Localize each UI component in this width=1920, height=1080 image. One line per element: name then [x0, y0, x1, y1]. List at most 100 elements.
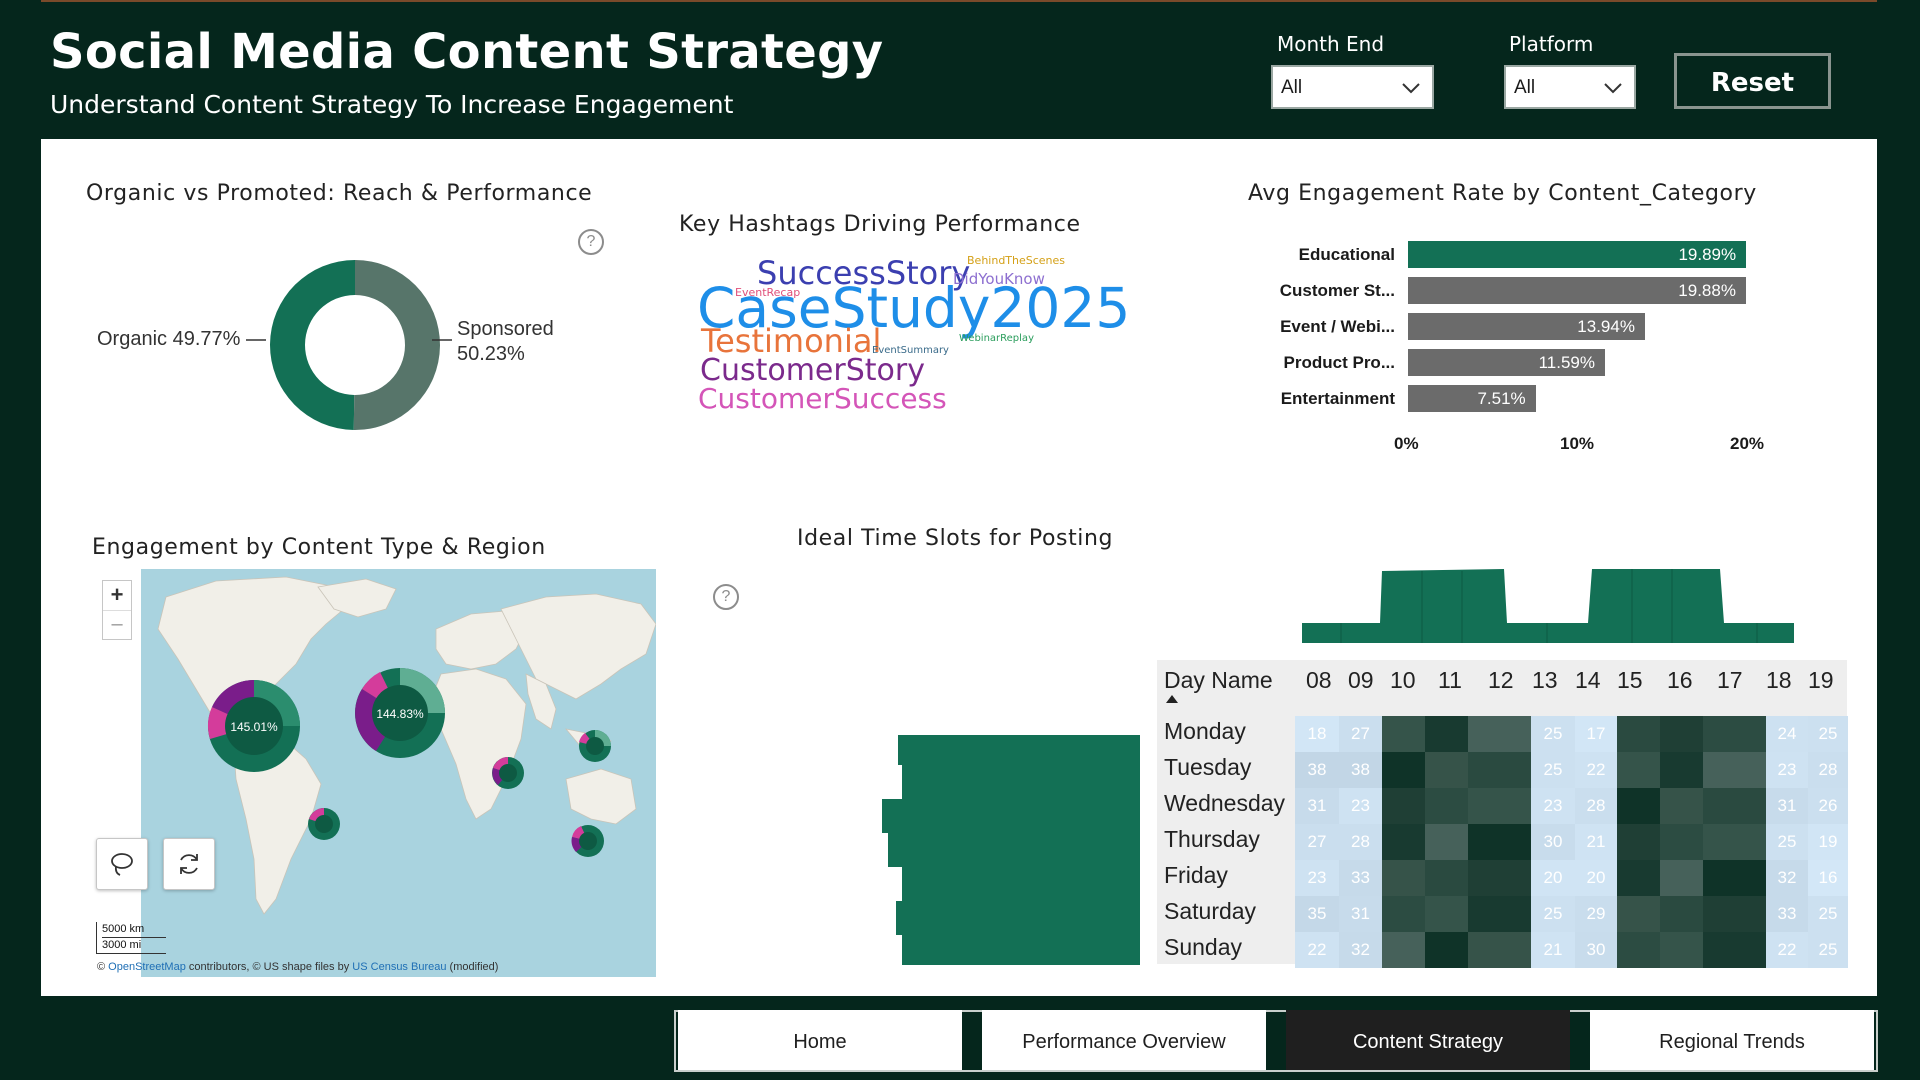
heatmap-cell[interactable]: 28 [1339, 824, 1382, 860]
month-end-dropdown[interactable]: All [1271, 65, 1434, 109]
help-icon[interactable]: ? [578, 229, 604, 255]
heatmap-cell[interactable]: 23 [1766, 752, 1808, 788]
heatmap-cell[interactable] [1617, 896, 1660, 932]
heatmap-cell[interactable] [1468, 824, 1531, 860]
heatmap-cell[interactable]: 31 [1295, 788, 1339, 824]
heatmap-cell[interactable]: 25 [1531, 716, 1575, 752]
heatmap-cell[interactable]: 24 [1766, 716, 1808, 752]
heatmap-cell[interactable]: 22 [1295, 932, 1339, 968]
heatmap-cell[interactable]: 22 [1575, 752, 1617, 788]
heatmap-cell[interactable] [1703, 716, 1766, 752]
heatmap-cell[interactable] [1660, 752, 1703, 788]
heatmap-cell[interactable]: 32 [1339, 932, 1382, 968]
heatmap-cell[interactable] [1468, 932, 1531, 968]
heatmap-cell[interactable]: 27 [1339, 716, 1382, 752]
help-icon[interactable]: ? [713, 584, 739, 610]
heatmap-cell[interactable]: 25 [1531, 752, 1575, 788]
reset-view-button[interactable] [163, 838, 215, 890]
heatmap-cell[interactable]: 35 [1295, 896, 1339, 932]
reset-button[interactable]: Reset [1674, 53, 1831, 109]
map-bubble[interactable]: 145.01% [208, 679, 300, 772]
heatmap-cell[interactable] [1660, 860, 1703, 896]
heatmap-cell[interactable] [1703, 752, 1766, 788]
heatmap-cell[interactable]: 27 [1295, 824, 1339, 860]
nav-performance-button[interactable]: Performance Overview [982, 1010, 1266, 1070]
heatmap-cell[interactable] [1468, 716, 1531, 752]
heatmap-cell[interactable] [1703, 788, 1766, 824]
heatmap-cell[interactable]: 23 [1295, 860, 1339, 896]
map-bubble-small[interactable] [571, 825, 604, 857]
heatmap-cell[interactable] [1703, 932, 1766, 968]
heatmap-cell[interactable] [1425, 932, 1468, 968]
heatmap-cell[interactable] [1382, 788, 1425, 824]
heatmap-cell[interactable] [1617, 716, 1660, 752]
heatmap-cell[interactable]: 30 [1531, 824, 1575, 860]
heatmap-cell[interactable]: 31 [1339, 896, 1382, 932]
engagement-bar[interactable]: 11.59% [1408, 349, 1606, 376]
heatmap-cell[interactable] [1425, 716, 1468, 752]
heatmap-cell[interactable]: 16 [1808, 860, 1848, 896]
nav-content-strategy-button[interactable]: Content Strategy [1286, 1010, 1570, 1070]
heatmap-cell[interactable]: 28 [1808, 752, 1848, 788]
heatmap-cell[interactable] [1425, 896, 1468, 932]
heatmap-cell[interactable]: 20 [1575, 860, 1617, 896]
hashtag-word[interactable]: BehindTheScenes [967, 255, 1065, 266]
heatmap-cell[interactable]: 19 [1808, 824, 1848, 860]
heatmap-cell[interactable]: 25 [1766, 824, 1808, 860]
hashtag-word[interactable]: WebinarReplay [959, 334, 1034, 344]
heatmap-cell[interactable]: 23 [1339, 788, 1382, 824]
heatmap-cell[interactable] [1382, 752, 1425, 788]
heatmap-cell[interactable] [1425, 752, 1468, 788]
map-bubble[interactable]: 144.83% [355, 668, 445, 758]
heatmap-cell[interactable]: 38 [1339, 752, 1382, 788]
heatmap-cell[interactable] [1382, 896, 1425, 932]
heatmap-cell[interactable] [1425, 824, 1468, 860]
heatmap-cell[interactable]: 25 [1808, 932, 1848, 968]
heatmap-cell[interactable] [1660, 824, 1703, 860]
platform-dropdown[interactable]: All [1504, 65, 1636, 109]
heatmap-cell[interactable] [1703, 860, 1766, 896]
census-link[interactable]: US Census Bureau [352, 961, 446, 973]
heatmap-cell[interactable] [1468, 860, 1531, 896]
heatmap-cell[interactable] [1382, 716, 1425, 752]
engagement-bar[interactable]: 19.88% [1408, 277, 1746, 304]
engagement-bar[interactable]: 19.89% [1408, 241, 1747, 268]
heatmap-cell[interactable]: 26 [1808, 788, 1848, 824]
map-bubble-small[interactable] [579, 730, 611, 762]
heatmap-cell[interactable]: 25 [1808, 716, 1848, 752]
heatmap-cell[interactable]: 28 [1575, 788, 1617, 824]
heatmap-cell[interactable] [1382, 824, 1425, 860]
engagement-bar[interactable]: 7.51% [1408, 385, 1536, 412]
heatmap-cell[interactable]: 29 [1575, 896, 1617, 932]
heatmap-cell[interactable]: 21 [1531, 932, 1575, 968]
heatmap-cell[interactable]: 17 [1575, 716, 1617, 752]
heatmap-cell[interactable] [1703, 824, 1766, 860]
lasso-select-button[interactable] [96, 838, 148, 890]
heatmap-cell[interactable] [1468, 788, 1531, 824]
heatmap-cell[interactable] [1660, 788, 1703, 824]
nav-home-button[interactable]: Home [678, 1010, 962, 1070]
heatmap-cell[interactable]: 21 [1575, 824, 1617, 860]
heatmap-cell[interactable]: 33 [1766, 896, 1808, 932]
heatmap-cell[interactable]: 25 [1808, 896, 1848, 932]
heatmap-cell[interactable] [1660, 932, 1703, 968]
heatmap-cell[interactable]: 31 [1766, 788, 1808, 824]
map-bubble-small[interactable] [308, 808, 340, 840]
heatmap-cell[interactable]: 23 [1531, 788, 1575, 824]
heatmap-cell[interactable] [1617, 788, 1660, 824]
heatmap-cell[interactable] [1468, 752, 1531, 788]
heatmap-cell[interactable]: 18 [1295, 716, 1339, 752]
heatmap-cell[interactable] [1660, 716, 1703, 752]
heatmap-cell[interactable] [1617, 932, 1660, 968]
hashtag-word[interactable]: CustomerSuccess [698, 385, 947, 413]
heatmap-cell[interactable] [1382, 860, 1425, 896]
heatmap-cell[interactable]: 22 [1766, 932, 1808, 968]
heatmap-cell[interactable]: 20 [1531, 860, 1575, 896]
heatmap-cell[interactable] [1425, 788, 1468, 824]
map-bubble-small[interactable] [492, 757, 524, 789]
day-name-header[interactable]: Day Name [1164, 667, 1273, 694]
heatmap-cell[interactable] [1425, 860, 1468, 896]
osm-link[interactable]: OpenStreetMap [108, 961, 186, 973]
heatmap-cell[interactable] [1617, 752, 1660, 788]
nav-regional-button[interactable]: Regional Trends [1590, 1010, 1874, 1070]
